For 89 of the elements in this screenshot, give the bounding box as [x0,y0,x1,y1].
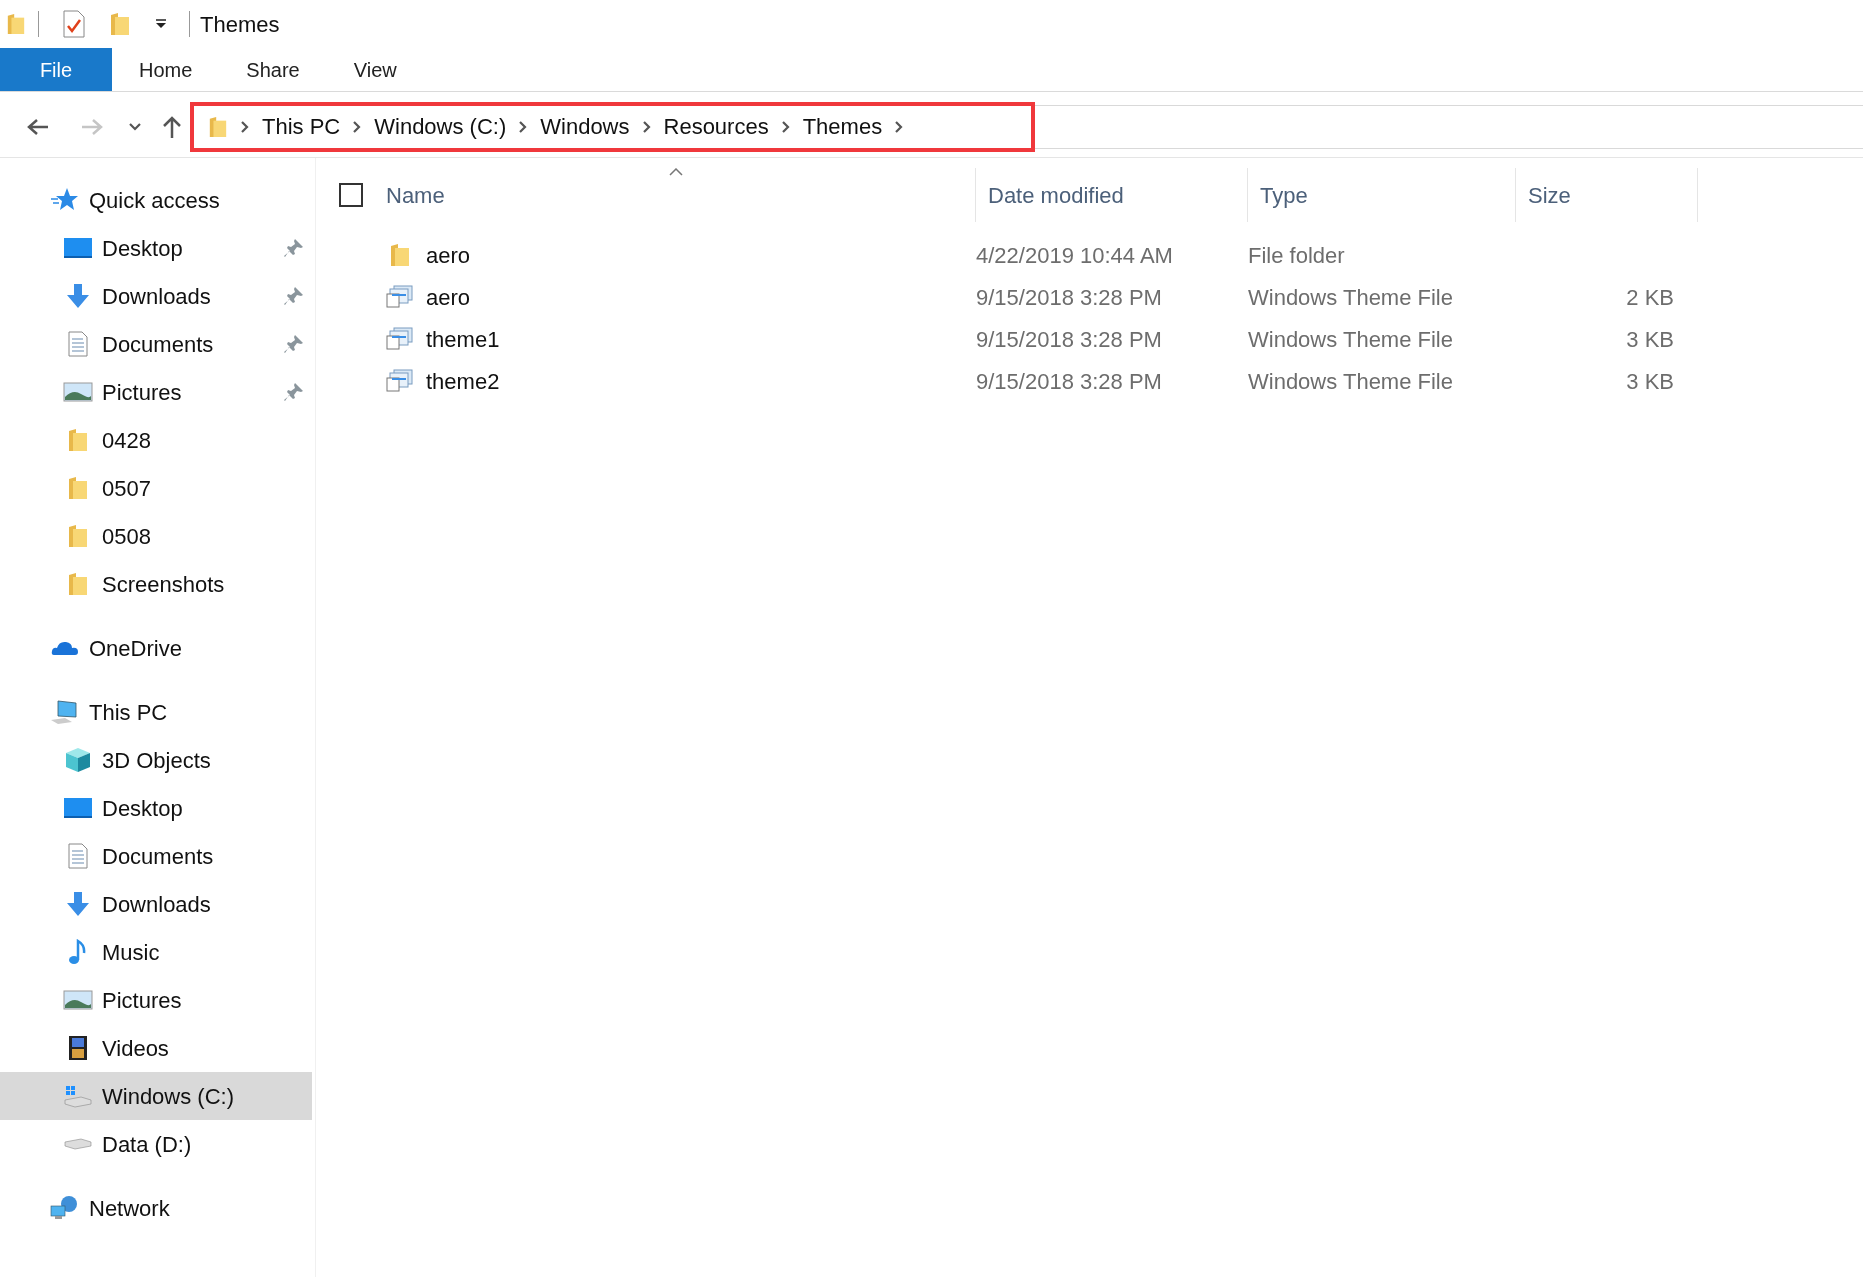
address-bar[interactable]: This PC Windows (C:) Windows Resources Themes [190,101,1035,152]
sidebar-item[interactable]: Pictures [0,976,312,1024]
landscape-picture-icon [63,987,93,1013]
file-type: File folder [1247,241,1346,270]
sidebar-item[interactable]: Screenshots [0,560,312,608]
sidebar-item[interactable]: Network [0,1184,312,1232]
file-name: theme2 [426,367,500,396]
file-name: aero [426,241,471,270]
breadcrumb-link[interactable]: Windows [540,110,630,143]
ribbon-tab[interactable]: View [326,48,424,91]
chevron-right-icon[interactable] [641,119,652,134]
drive-icon [63,1138,93,1150]
folder-icon [6,11,26,37]
sort-caret-icon [669,168,683,176]
file-row[interactable]: theme1 9/15/2018 3:28 PM Windows Theme File 3 KB [316,318,1863,360]
sidebar-item[interactable]: OneDrive [0,624,312,672]
sidebar-item[interactable]: Desktop [0,784,312,832]
select-all-checkbox[interactable] [339,183,363,207]
sidebar-item[interactable]: Music [0,928,312,976]
folder-icon [388,242,412,268]
chevron-right-icon[interactable] [240,119,250,134]
breadcrumb-link[interactable]: Windows (C:) [374,110,507,143]
theme-file-icon [386,369,414,393]
pin-icon[interactable] [284,334,304,354]
breadcrumb-link[interactable]: Resources [663,110,769,143]
date-modified: 9/15/2018 3:28 PM [975,367,1163,396]
sidebar-item[interactable]: Videos [0,1024,312,1072]
file-size: 3 KB [1626,325,1674,354]
theme-file-icon [386,327,414,351]
ribbon-tab[interactable]: Share [219,48,327,91]
window-title: Themes [200,10,280,39]
sidebar-item[interactable]: 0507 [0,464,312,512]
file-row[interactable]: theme2 9/15/2018 3:28 PM Windows Theme File 3 KB [316,360,1863,402]
file-name: theme1 [426,325,500,354]
desktop-icon [63,795,93,821]
chevron-right-icon[interactable] [518,119,529,134]
sidebar-item[interactable]: Downloads [0,272,312,320]
pin-icon[interactable] [284,286,304,306]
dropdown-caret-icon[interactable] [155,19,167,29]
ribbon-tab[interactable]: Home [112,48,220,91]
file-tab[interactable]: File [0,48,112,91]
up-arrow-icon[interactable] [162,114,182,139]
landscape-picture-icon [63,379,93,405]
computer-icon [50,699,80,725]
new-folder-icon [109,11,131,37]
sidebar-item[interactable]: Data (D:) [0,1120,312,1168]
file-size: 3 KB [1626,367,1674,396]
breadcrumb-link[interactable]: Themes [802,110,883,143]
theme-file-icon [386,285,414,309]
desktop-icon [63,235,93,261]
pin-icon[interactable] [284,238,304,258]
file-type: Windows Theme File [1247,325,1454,354]
folder-icon [208,114,228,139]
sidebar-item[interactable]: This PC [0,688,312,736]
chevron-right-icon[interactable] [780,119,791,134]
file-name: aero [426,283,471,312]
date-modified: 9/15/2018 3:28 PM [975,325,1163,354]
date-modified: 4/22/2019 10:44 AM [975,241,1174,270]
network-globe-icon [50,1195,80,1221]
star-icon [50,187,80,213]
cube-icon [63,747,93,773]
sidebar-item[interactable]: Quick access [0,176,312,224]
sidebar-item[interactable]: 0508 [0,512,312,560]
column-header[interactable]: Type [1247,168,1515,222]
column-header[interactable]: Name [363,168,975,222]
file-size: 2 KB [1626,283,1674,312]
column-header[interactable]: Size [1515,168,1697,222]
properties-check-icon[interactable] [61,10,87,38]
column-header[interactable]: Date modified [975,168,1247,222]
breadcrumb-link[interactable]: This PC [262,110,341,143]
sidebar-item[interactable]: Downloads [0,880,312,928]
file-type: Windows Theme File [1247,367,1454,396]
pin-icon[interactable] [284,382,304,402]
file-row[interactable]: aero 9/15/2018 3:28 PM Windows Theme File 2 KB [316,276,1863,318]
sidebar-item[interactable]: Windows (C:) [0,1072,312,1120]
file-type: Windows Theme File [1247,283,1454,312]
chevron-right-icon[interactable] [894,119,905,134]
sidebar-item[interactable]: Documents [0,832,312,880]
sidebar-item[interactable]: Documents [0,320,312,368]
date-modified: 9/15/2018 3:28 PM [975,283,1163,312]
file-row[interactable]: aero 4/22/2019 10:44 AM File folder [316,234,1863,276]
chevron-right-icon[interactable] [352,119,363,134]
sidebar-item[interactable]: 3D Objects [0,736,312,784]
windows-drive-icon [63,1083,93,1109]
sidebar-item[interactable]: 0428 [0,416,312,464]
sidebar-item[interactable]: Pictures [0,368,312,416]
sidebar-item[interactable]: Desktop [0,224,312,272]
address-bar-field[interactable] [1035,104,1863,149]
recent-locations-chevron-icon[interactable] [128,121,142,132]
